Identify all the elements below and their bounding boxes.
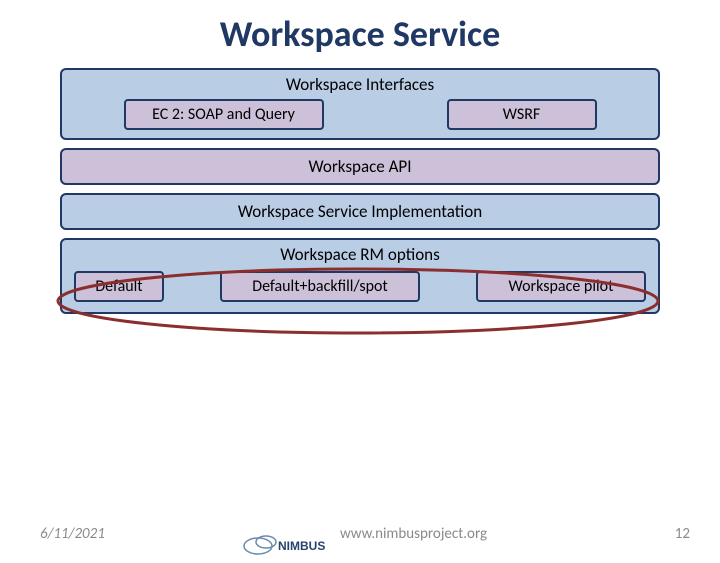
layer-interfaces-title: Workspace Interfaces bbox=[62, 70, 658, 97]
architecture-stack: Workspace Interfaces EC 2: SOAP and Quer… bbox=[60, 68, 660, 314]
layer-impl-title: Workspace Service Implementation bbox=[62, 201, 658, 222]
nimbus-logo: NIMBUS bbox=[240, 530, 330, 563]
box-ec2: EC 2: SOAP and Query bbox=[124, 99, 324, 130]
box-default-backfill-spot: Default+backfill/spot bbox=[220, 271, 420, 302]
layer-interfaces: Workspace Interfaces EC 2: SOAP and Quer… bbox=[60, 68, 660, 140]
nimbus-logo-text: NIMBUS bbox=[278, 539, 325, 553]
rm-options-row: Default Default+backfill/spot Workspace … bbox=[62, 267, 658, 312]
interfaces-row: EC 2: SOAP and Query WSRF bbox=[62, 97, 658, 138]
box-wsrf: WSRF bbox=[447, 99, 597, 130]
layer-rm-title: Workspace RM options bbox=[62, 240, 658, 267]
layer-api: Workspace API bbox=[60, 148, 660, 185]
footer-date: 6/11/2021 bbox=[40, 525, 105, 543]
footer-url: www.nimbusproject.org bbox=[340, 525, 487, 543]
layer-implementation: Workspace Service Implementation bbox=[60, 193, 660, 230]
layer-api-title: Workspace API bbox=[62, 156, 658, 177]
box-default: Default bbox=[74, 271, 164, 302]
footer-page-number: 12 bbox=[675, 525, 690, 543]
box-workspace-pilot: Workspace pilot bbox=[476, 271, 646, 302]
layer-rm-options: Workspace RM options Default Default+bac… bbox=[60, 238, 660, 314]
slide-title: Workspace Service bbox=[0, 12, 720, 56]
